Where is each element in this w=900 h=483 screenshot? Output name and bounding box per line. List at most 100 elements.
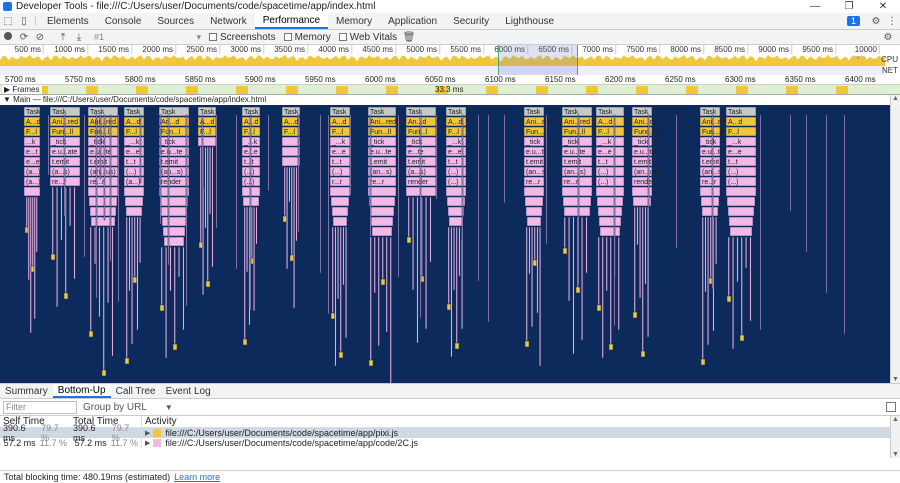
- call-tail[interactable]: [139, 114, 142, 184]
- call-tail[interactable]: [736, 236, 739, 283]
- call-block[interactable]: [329, 186, 351, 197]
- call-block[interactable]: [597, 206, 623, 217]
- call-tail[interactable]: [132, 276, 138, 284]
- call-tail[interactable]: [745, 236, 748, 269]
- tab-network[interactable]: Network: [202, 13, 255, 29]
- call-tail[interactable]: [563, 216, 566, 249]
- toggle-sidebar-icon[interactable]: [886, 402, 896, 412]
- tab-application[interactable]: Application: [380, 13, 445, 29]
- call-tail[interactable]: [319, 114, 322, 274]
- call-block[interactable]: [525, 206, 543, 217]
- call-tail[interactable]: [419, 114, 422, 319]
- call-block[interactable]: [281, 156, 301, 167]
- call-block[interactable]: [523, 186, 545, 197]
- call-tail[interactable]: [95, 114, 98, 299]
- call-tail[interactable]: [33, 196, 36, 320]
- call-tail[interactable]: [412, 196, 415, 291]
- device-toolbar-icon[interactable]: ▯: [16, 13, 32, 29]
- frame-marker[interactable]: [136, 86, 148, 94]
- call-tail[interactable]: [825, 114, 828, 294]
- call-block[interactable]: [159, 196, 189, 207]
- call-tail[interactable]: [429, 196, 432, 263]
- table-scrollbar[interactable]: ▲ ▼: [890, 416, 900, 458]
- call-tail[interactable]: [337, 226, 340, 300]
- call-tail[interactable]: [749, 236, 752, 322]
- call-block[interactable]: [699, 186, 721, 197]
- tab-event-log[interactable]: Event Log: [161, 384, 216, 398]
- call-tail[interactable]: [528, 226, 531, 275]
- call-tail[interactable]: [327, 114, 330, 315]
- overview-selection-window[interactable]: [498, 45, 578, 75]
- call-tail[interactable]: [103, 114, 106, 221]
- call-block[interactable]: [370, 216, 394, 227]
- call-tail[interactable]: [169, 246, 172, 292]
- call-tail[interactable]: [50, 253, 56, 261]
- call-tail[interactable]: [608, 343, 614, 351]
- call-tail[interactable]: [139, 216, 142, 264]
- call-tail[interactable]: [35, 196, 38, 253]
- call-tail[interactable]: [206, 146, 209, 282]
- call-tail[interactable]: [297, 114, 300, 233]
- call-block[interactable]: [371, 226, 393, 237]
- call-tail[interactable]: [111, 226, 114, 357]
- call-block[interactable]: [124, 196, 144, 207]
- call-block[interactable]: [599, 226, 621, 237]
- call-tail[interactable]: [707, 216, 710, 346]
- save-profile-icon[interactable]: ⤓: [71, 32, 87, 43]
- record-button[interactable]: [0, 31, 16, 43]
- call-block[interactable]: [729, 226, 753, 237]
- call-tail[interactable]: [641, 206, 644, 352]
- call-tail[interactable]: [568, 216, 571, 302]
- call-block[interactable]: [125, 206, 143, 217]
- call-tail[interactable]: [487, 114, 490, 323]
- call-block[interactable]: [595, 186, 625, 197]
- call-tail[interactable]: [73, 186, 76, 280]
- call-tail[interactable]: [69, 186, 72, 227]
- call-tail[interactable]: [83, 114, 86, 258]
- call-tail[interactable]: [789, 114, 792, 212]
- call-tail[interactable]: [209, 146, 212, 215]
- call-block[interactable]: [727, 206, 755, 217]
- call-block[interactable]: [281, 136, 301, 147]
- call-tail[interactable]: [60, 186, 63, 241]
- call-block[interactable]: [561, 186, 593, 197]
- frames-label[interactable]: ▶ Frames: [2, 85, 42, 94]
- filter-input[interactable]: Filter: [3, 400, 77, 414]
- call-tail[interactable]: [447, 226, 450, 305]
- call-tail[interactable]: [632, 311, 638, 319]
- tab-call-tree[interactable]: Call Tree: [111, 384, 161, 398]
- call-tail[interactable]: [843, 114, 846, 335]
- call-tail[interactable]: [267, 114, 270, 192]
- call-tail[interactable]: [331, 226, 334, 314]
- call-tail[interactable]: [597, 236, 600, 306]
- call-tail[interactable]: [283, 166, 286, 217]
- call-block[interactable]: [726, 196, 756, 207]
- call-block[interactable]: [197, 136, 217, 147]
- call-tail[interactable]: [63, 114, 66, 217]
- call-tail[interactable]: [455, 226, 458, 344]
- call-tail[interactable]: [454, 342, 460, 350]
- call-tail[interactable]: [572, 216, 575, 355]
- call-tail[interactable]: [613, 114, 616, 327]
- recording-select[interactable]: #1 ▾: [91, 31, 201, 43]
- call-block[interactable]: [162, 226, 186, 237]
- call-tail[interactable]: [125, 216, 128, 359]
- call-tail[interactable]: [633, 206, 636, 313]
- call-tail[interactable]: [295, 166, 298, 242]
- call-tail[interactable]: [172, 343, 178, 351]
- call-block[interactable]: [123, 186, 145, 197]
- call-tail[interactable]: [700, 358, 706, 366]
- call-tail[interactable]: [536, 226, 539, 314]
- call-tail[interactable]: [711, 114, 714, 290]
- call-tail[interactable]: [740, 236, 743, 336]
- tab-security[interactable]: Security: [445, 13, 497, 29]
- call-block[interactable]: [598, 216, 622, 227]
- call-tail[interactable]: [532, 259, 538, 267]
- call-tail[interactable]: [539, 226, 542, 367]
- call-tail[interactable]: [235, 114, 238, 270]
- scroll-up-icon[interactable]: ▲: [892, 95, 899, 102]
- call-tail[interactable]: [525, 226, 528, 342]
- garbage-collect-icon[interactable]: 🗑: [401, 32, 417, 43]
- call-block[interactable]: [88, 196, 118, 207]
- call-tail[interactable]: [249, 114, 252, 311]
